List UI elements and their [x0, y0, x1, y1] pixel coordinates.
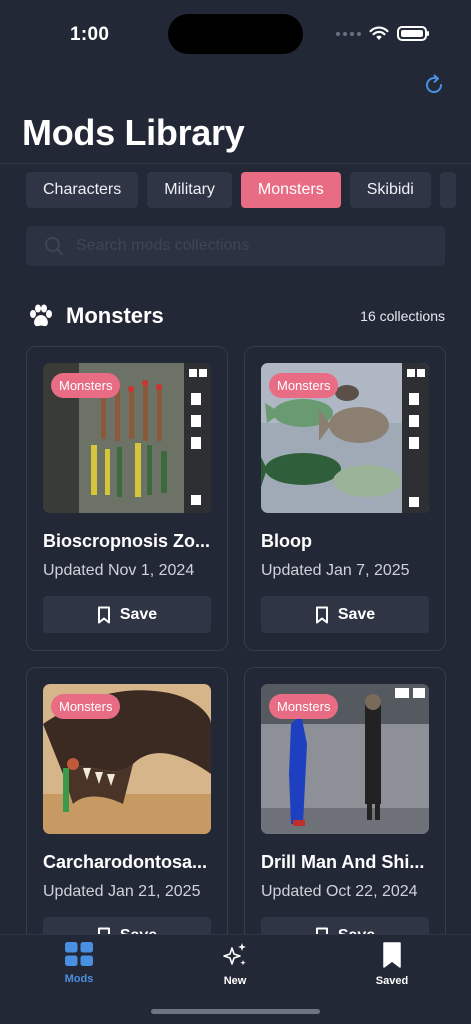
tab-military[interactable]: Military: [147, 172, 232, 208]
mod-updated-date: Updated Nov 1, 2024: [43, 562, 195, 579]
mod-updated-date: Updated Oct 22, 2024: [261, 883, 418, 900]
status-time: 1:00: [70, 24, 110, 45]
save-button[interactable]: Save: [43, 596, 211, 633]
divider: [0, 163, 471, 164]
mods-grid: Monsters Bioscropnosis Zo... Updated Nov…: [26, 346, 446, 972]
refresh-button[interactable]: [421, 72, 447, 98]
grid-icon: [65, 942, 93, 966]
mod-updated-date: Updated Jan 21, 2025: [43, 883, 201, 900]
dynamic-island: [168, 14, 303, 54]
mod-updated-date: Updated Jan 7, 2025: [261, 562, 410, 579]
tab-mods[interactable]: Mods: [39, 941, 119, 985]
mod-title: Bloop: [261, 531, 312, 551]
mod-card[interactable]: Monsters Bloop Updated Jan 7, 2025 Save: [244, 346, 446, 651]
save-button[interactable]: Save: [261, 596, 429, 633]
category-badge: Monsters: [51, 373, 121, 398]
mod-thumbnail[interactable]: Monsters: [261, 684, 429, 834]
category-badge: Monsters: [269, 373, 339, 398]
tab-skibidi[interactable]: Skibidi: [349, 172, 431, 208]
tab-label: Saved: [375, 975, 409, 987]
tab-saved[interactable]: Saved: [352, 941, 432, 987]
mod-thumbnail[interactable]: Monsters: [43, 684, 211, 834]
save-label: Save: [337, 605, 376, 623]
search-bar[interactable]: [26, 226, 445, 266]
mod-title: Drill Man And Shi...: [261, 852, 425, 872]
category-badge: Monsters: [269, 694, 339, 719]
battery-icon: [397, 26, 429, 41]
section-title: Monsters: [66, 303, 164, 328]
mod-thumbnail[interactable]: Monsters: [261, 363, 429, 513]
tab-monsters[interactable]: Monsters: [240, 172, 341, 208]
paw-icon: [30, 304, 52, 327]
tab-label: Mods: [64, 973, 94, 985]
save-label: Save: [119, 605, 158, 623]
search-icon: [45, 237, 63, 255]
status-bar: 1:00: [0, 0, 471, 70]
search-input[interactable]: [76, 237, 406, 255]
collection-count: 16 collections: [360, 308, 445, 324]
mod-title: Bioscropnosis Zo...: [43, 531, 211, 551]
category-badge: Monsters: [51, 694, 121, 719]
mod-card[interactable]: Monsters Drill Man And Shi... Updated Oc…: [244, 667, 446, 972]
bookmark-icon: [383, 942, 401, 968]
tab-next[interactable]: [439, 172, 456, 208]
mod-title: Carcharodontosa...: [43, 852, 208, 872]
tab-label: New: [223, 975, 247, 987]
status-icons: [336, 26, 429, 41]
wifi-icon: [369, 26, 389, 40]
category-tabs: Characters Military Monsters Skibidi: [26, 172, 456, 208]
section-header: Monsters 16 collections: [28, 300, 445, 332]
bookmark-icon: [97, 606, 110, 623]
home-indicator: [151, 1009, 320, 1014]
tab-new[interactable]: New: [195, 941, 275, 987]
mod-card[interactable]: Monsters Carcharodontosa... Updated Jan …: [26, 667, 228, 972]
page-title: Mods Library: [22, 112, 245, 153]
signal-icon: [336, 31, 361, 36]
mod-thumbnail[interactable]: Monsters: [43, 363, 211, 513]
bookmark-icon: [315, 606, 328, 623]
tab-characters[interactable]: Characters: [26, 172, 139, 208]
sparkles-icon: [223, 943, 246, 966]
refresh-icon: [426, 74, 443, 94]
mod-card[interactable]: Monsters Bioscropnosis Zo... Updated Nov…: [26, 346, 228, 651]
